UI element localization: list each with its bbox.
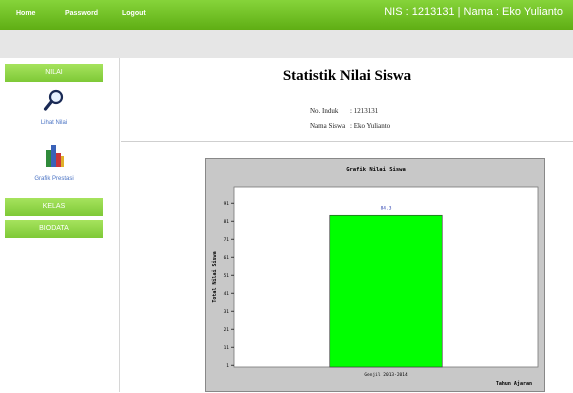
grafik-prestasi-link[interactable]: Grafik Prestasi — [5, 143, 103, 182]
x-tick-label: Genjil 2013-2014 — [364, 372, 408, 378]
y-axis-label: Total Nilai Siswa — [212, 251, 218, 302]
chart-svg: Grafik Nilai Siswa111213141516171819184.… — [212, 167, 539, 387]
lihat-nilai-link[interactable]: Lihat Nilai — [5, 89, 103, 126]
lihat-nilai-label: Lihat Nilai — [40, 120, 68, 126]
no-induk-row: No. Induk : 1213131 — [310, 107, 378, 115]
bar-data-label: 84.3 — [381, 205, 392, 211]
y-tick-label: 21 — [224, 327, 230, 333]
nama-siswa-value: : Eko Yulianto — [350, 122, 391, 130]
nav-password-link[interactable]: Password — [65, 10, 98, 17]
y-tick-label: 51 — [224, 273, 230, 279]
sidebar-biodata-button[interactable]: BIODATA — [5, 220, 103, 238]
nama-siswa-row: Nama Siswa : Eko Yulianto — [310, 122, 390, 130]
no-induk-value: : 1213131 — [350, 107, 379, 115]
chart-bar — [329, 214, 443, 368]
nama-siswa-label: Nama Siswa — [310, 122, 346, 130]
no-induk-label: No. Induk — [310, 107, 339, 115]
nav-logout-link[interactable]: Logout — [122, 10, 146, 17]
divider — [121, 141, 573, 142]
y-tick-label: 81 — [224, 219, 230, 225]
top-nav-bar: Home Password Logout NIS : 1213131 | Nam… — [0, 0, 573, 30]
bar-chart-icon — [46, 145, 64, 167]
grafik-prestasi-label: Grafik Prestasi — [34, 176, 74, 182]
magnifier-icon — [43, 89, 64, 111]
y-tick-label: 41 — [224, 291, 230, 297]
y-tick-label: 11 — [224, 345, 230, 351]
nav-home-link[interactable]: Home — [16, 10, 35, 17]
sidebar-nilai-button[interactable]: NILAI — [5, 64, 103, 82]
y-tick-label: 71 — [224, 237, 230, 243]
chart-title: Grafik Nilai Siswa — [346, 167, 406, 173]
page-title: Statistik Nilai Siswa — [282, 68, 412, 84]
user-info-text: NIS : 1213131 | Nama : Eko Yulianto — [384, 6, 563, 18]
y-tick-label: 61 — [224, 255, 230, 261]
y-tick-label: 31 — [224, 309, 230, 315]
main-content: Statistik Nilai Siswa No. Induk : 1213131… — [121, 58, 573, 392]
y-tick-label: 91 — [224, 201, 230, 207]
sidebar: NILAI Lihat Nilai Grafik Prestasi KELAS … — [0, 58, 120, 392]
y-tick-label: 1 — [226, 363, 229, 369]
sidebar-kelas-button[interactable]: KELAS — [5, 198, 103, 216]
grafik-chart: Grafik Nilai Siswa 1 11 21 31 41 51 61 71 81 91 84.… — [205, 158, 545, 392]
header-band — [0, 30, 573, 58]
x-axis-label: Tahun Ajaran — [496, 380, 532, 387]
